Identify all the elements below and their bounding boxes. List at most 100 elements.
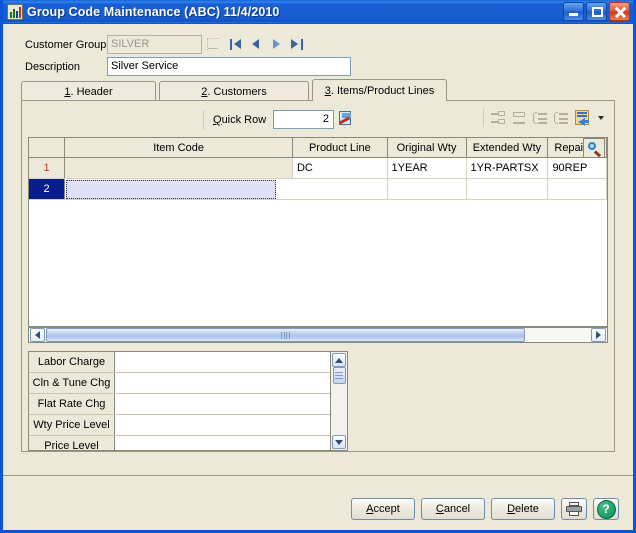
grid-horizontal-scrollbar[interactable] xyxy=(28,327,608,343)
description-input[interactable]: Silver Service xyxy=(107,57,351,76)
window-title: Group Code Maintenance (ABC) 11/4/2010 xyxy=(27,4,280,19)
help-icon: ? xyxy=(596,499,616,519)
accept-button[interactable]: Accept xyxy=(351,498,415,520)
quick-row-label: Quick Row xyxy=(213,114,266,126)
grid-cell-product-line[interactable]: DC xyxy=(293,158,388,178)
detail-value-labor-charge[interactable] xyxy=(115,352,330,372)
scroll-right-icon[interactable] xyxy=(591,328,606,342)
list-item[interactable]: Price Level xyxy=(29,436,330,450)
vscroll-thumb[interactable] xyxy=(332,367,346,384)
delete-button[interactable]: Delete xyxy=(491,498,555,520)
footer-divider xyxy=(3,475,633,476)
detail-value-wty-price-level[interactable] xyxy=(115,415,330,435)
quick-row-input[interactable]: 2 xyxy=(273,110,334,129)
grid-cell-item-code-active[interactable] xyxy=(65,138,605,199)
previous-record-button[interactable] xyxy=(250,38,263,51)
grid-cell-repair-wty[interactable]: 90REP xyxy=(548,158,607,178)
grid-cell-original-wty[interactable]: 1YEAR xyxy=(388,158,467,178)
scroll-up-icon[interactable] xyxy=(332,353,346,367)
detail-label-wty-price-level: Wty Price Level xyxy=(29,415,115,435)
accept-label: ccept xyxy=(373,503,400,515)
tab-items-product-lines[interactable]: 3. Items/Product Lines xyxy=(312,79,447,101)
customer-group-row: Customer Group SILVER xyxy=(25,35,303,54)
next-record-button[interactable] xyxy=(270,38,283,51)
scroll-down-icon[interactable] xyxy=(332,435,346,449)
detail-vertical-scrollbar[interactable] xyxy=(330,352,347,450)
list-item[interactable]: Flat Rate Chg xyxy=(29,394,330,415)
scroll-left-icon[interactable] xyxy=(30,328,45,342)
grid-header-row: Item Code Product Line Original Wty Exte… xyxy=(29,138,607,158)
title-bar: Group Code Maintenance (ABC) 11/4/2010 xyxy=(3,0,633,24)
grid-collapse-icon[interactable] xyxy=(510,109,528,127)
accept-mnemonic: A xyxy=(366,503,374,515)
toolbar-separator xyxy=(203,110,204,130)
quick-row-toolbar: Quick Row 2 xyxy=(28,107,608,135)
grid-cell-rownum: 1 xyxy=(29,158,66,178)
item-code-editor[interactable] xyxy=(66,180,277,199)
table-row[interactable]: 2 xyxy=(29,138,607,200)
grid-cell-original-wty[interactable] xyxy=(388,179,467,199)
quick-row-label-rest: uick Row xyxy=(221,114,267,126)
close-button[interactable] xyxy=(609,2,630,21)
grid-header-extended-wty[interactable]: Extended Wty xyxy=(467,138,549,157)
list-item[interactable]: Wty Price Level xyxy=(29,415,330,436)
grid-tools xyxy=(483,109,604,127)
grid-header-product-line[interactable]: Product Line xyxy=(293,138,388,157)
grid-cell-repair-wty[interactable] xyxy=(548,179,607,199)
list-item[interactable]: Cln & Tune Chg xyxy=(29,373,330,394)
delete-label: elete xyxy=(515,503,539,515)
list-item[interactable]: Labor Charge xyxy=(29,352,330,373)
tab-header-label: . Header xyxy=(70,85,113,98)
detail-fields-panel: Labor Charge Cln & Tune Chg Flat Rate Ch… xyxy=(28,351,348,451)
grid-indent-right-icon[interactable] xyxy=(552,109,570,127)
printer-icon xyxy=(566,502,582,516)
cancel-button[interactable]: Cancel xyxy=(421,498,485,520)
grid-expand-icon[interactable] xyxy=(489,109,507,127)
window-client-area: Customer Group SILVER Description Silver… xyxy=(3,24,633,530)
description-row: Description Silver Service xyxy=(25,57,351,76)
hscroll-track[interactable] xyxy=(46,328,590,342)
grid-indent-left-icon[interactable] xyxy=(531,109,549,127)
table-row[interactable]: 1 DC 1YEAR 1YR-PARTSX 90REP xyxy=(29,158,607,179)
maximize-button[interactable] xyxy=(586,2,607,21)
print-button[interactable] xyxy=(561,498,587,520)
grid-cell-rownum: 2 xyxy=(29,179,66,199)
row-edit-icon[interactable] xyxy=(338,111,354,128)
record-navigation xyxy=(230,38,303,51)
footer-buttons: Accept Cancel Delete ? xyxy=(351,498,619,520)
grid-cell-product-line[interactable] xyxy=(293,179,388,199)
grid-cell-item-code[interactable] xyxy=(65,158,293,178)
window-controls xyxy=(563,2,631,21)
grid-empty-area xyxy=(29,200,607,326)
help-button[interactable]: ? xyxy=(593,498,619,520)
detail-label-cln-tune-chg: Cln & Tune Chg xyxy=(29,373,115,393)
description-label: Description xyxy=(25,60,81,73)
detail-value-flat-rate-chg[interactable] xyxy=(115,394,330,414)
grid-header-original-wty[interactable]: Original Wty xyxy=(388,138,467,157)
hscroll-thumb[interactable] xyxy=(46,328,525,342)
tab-strip: 1. Header 2. Customers 3. Items/Product … xyxy=(21,79,615,101)
delete-mnemonic: D xyxy=(507,503,516,515)
detail-value-cln-tune-chg[interactable] xyxy=(115,373,330,393)
grid-header-item-code[interactable]: Item Code xyxy=(65,138,294,157)
detail-label-flat-rate-chg: Flat Rate Chg xyxy=(29,394,115,414)
items-grid: Item Code Product Line Original Wty Exte… xyxy=(28,137,608,327)
chevron-down-icon[interactable] xyxy=(598,116,604,120)
tab-header[interactable]: 1. Header xyxy=(21,81,156,101)
customer-group-input[interactable]: SILVER xyxy=(107,35,202,54)
detail-value-price-level[interactable] xyxy=(115,436,330,450)
cancel-mnemonic: C xyxy=(435,503,444,515)
first-record-button[interactable] xyxy=(230,38,243,51)
quick-row-mnemonic: Q xyxy=(213,114,222,126)
customer-group-lookup-icon[interactable] xyxy=(205,36,222,53)
grid-cell-extended-wty[interactable]: 1YR-PARTSX xyxy=(467,158,549,178)
cancel-label: ancel xyxy=(443,503,471,515)
grid-settings-icon[interactable] xyxy=(573,109,593,127)
minimize-button[interactable] xyxy=(563,2,584,21)
tab-customers[interactable]: 2. Customers xyxy=(159,81,309,101)
app-icon xyxy=(7,3,23,20)
tab-items-label: . Items/Product Lines xyxy=(330,84,435,97)
detail-list: Labor Charge Cln & Tune Chg Flat Rate Ch… xyxy=(29,352,330,450)
grid-cell-extended-wty[interactable] xyxy=(467,179,549,199)
last-record-button[interactable] xyxy=(290,38,303,51)
